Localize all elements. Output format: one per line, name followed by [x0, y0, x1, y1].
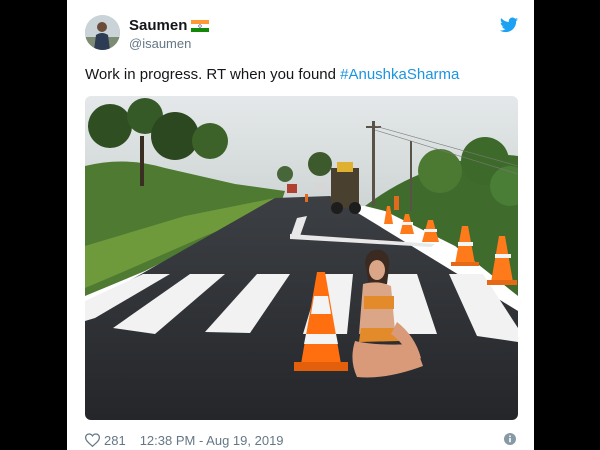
like-count: 281: [104, 432, 126, 448]
info-icon[interactable]: [504, 433, 516, 445]
author-display-name[interactable]: Saumen: [129, 17, 187, 34]
tweet-photo[interactable]: [85, 96, 518, 420]
tweet-footer: 281 12:38 PM - Aug 19, 2019: [85, 432, 284, 448]
india-flag-icon: [191, 19, 210, 32]
twitter-bird-icon[interactable]: [500, 17, 518, 33]
author-handle[interactable]: @isaumen: [129, 36, 191, 51]
tweet-text-body: Work in progress. RT when you found: [85, 66, 341, 83]
timestamp-link[interactable]: 12:38 PM - Aug 19, 2019: [140, 433, 284, 448]
avatar[interactable]: [85, 15, 120, 50]
author-name-row: Saumen: [129, 16, 210, 34]
tweet-card: Saumen @isaumen Work in progress. RT whe…: [67, 0, 534, 450]
heart-icon[interactable]: [85, 433, 100, 447]
hashtag-link[interactable]: #AnushkaSharma: [340, 66, 459, 83]
tweet-text: Work in progress. RT when you found #Anu…: [85, 66, 459, 83]
